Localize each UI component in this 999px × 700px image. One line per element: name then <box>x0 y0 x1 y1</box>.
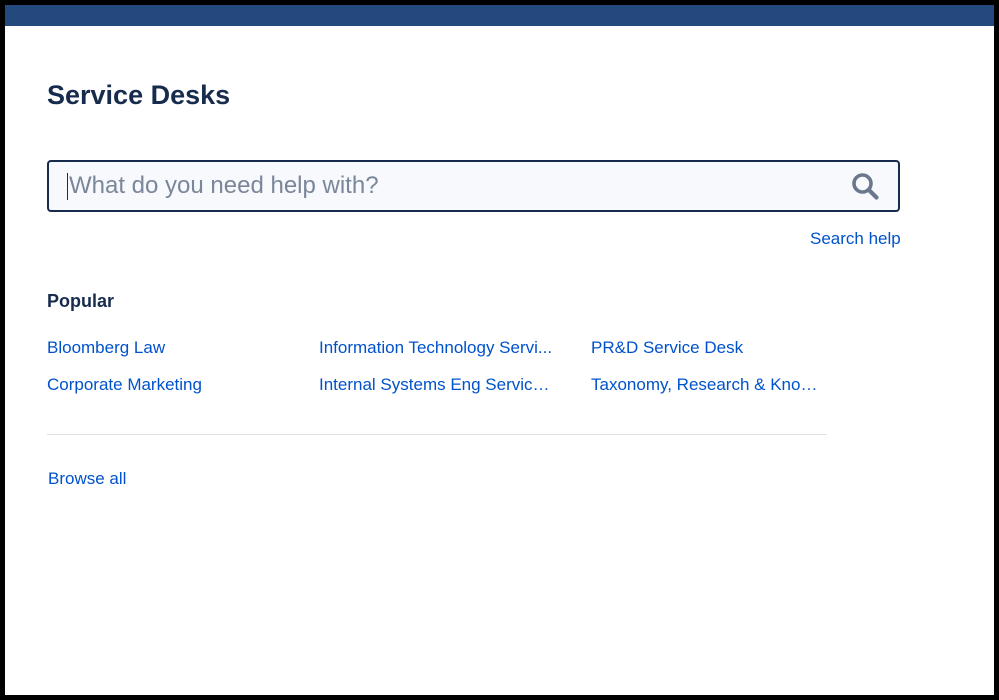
search-help-link[interactable]: Search help <box>810 229 901 249</box>
popular-link-information-technology[interactable]: Information Technology Servi... <box>319 337 554 359</box>
popular-link-bloomberg-law[interactable]: Bloomberg Law <box>47 337 282 359</box>
browse-all-link[interactable]: Browse all <box>48 468 126 490</box>
popular-link-taxonomy-research[interactable]: Taxonomy, Research & Knowl... <box>591 374 826 396</box>
header-bar <box>5 5 994 26</box>
popular-link-internal-systems-eng[interactable]: Internal Systems Eng Service ... <box>319 374 554 396</box>
popular-link-prd-service-desk[interactable]: PR&D Service Desk <box>591 337 826 359</box>
portal-window: Service Desks Search help Popular Bloomb… <box>5 5 994 695</box>
search-input[interactable] <box>65 162 835 210</box>
text-caret <box>67 173 68 200</box>
popular-heading: Popular <box>47 291 115 311</box>
search-box[interactable] <box>47 160 900 212</box>
search-icon[interactable] <box>850 171 880 201</box>
divider <box>47 434 827 435</box>
popular-link-corporate-marketing[interactable]: Corporate Marketing <box>47 374 282 396</box>
page-title: Service Desks <box>47 80 231 110</box>
